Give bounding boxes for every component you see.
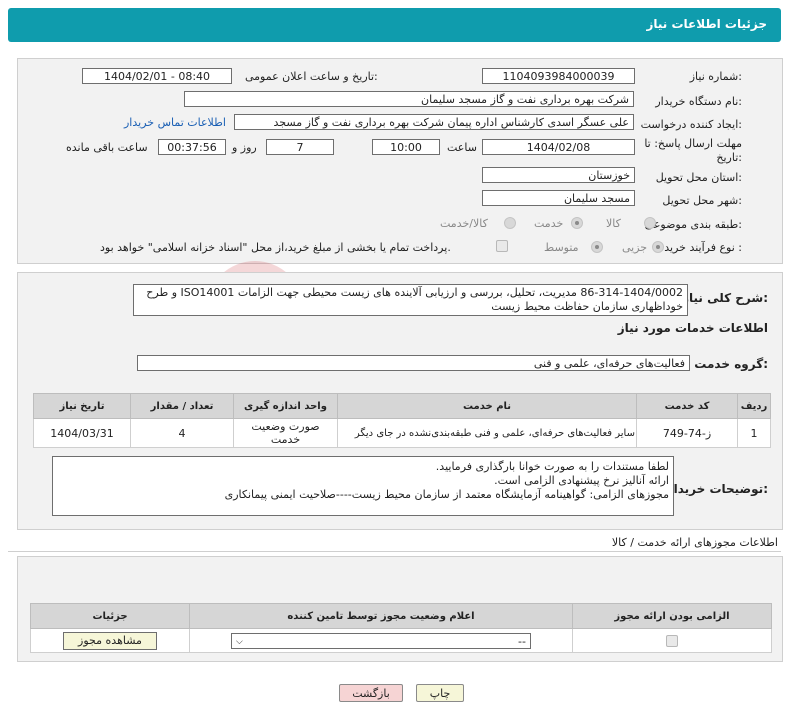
process-radio-minor[interactable] — [652, 241, 664, 253]
announce-date-label: تاریخ و ساعت اعلان عمومی: — [245, 70, 378, 83]
cell-permit-required — [572, 628, 772, 653]
deadline-date-field: 1404/02/08 — [482, 139, 635, 155]
creator-label: ایجاد کننده درخواست: — [640, 118, 742, 131]
service-group-label: گروه خدمت: — [694, 357, 768, 371]
col-permit-details: جزئیات — [30, 603, 190, 629]
category-option-service: خدمت — [534, 217, 564, 230]
remaining-time-label: ساعت باقی مانده — [66, 141, 148, 154]
col-permit-required: الزامی بودن ارائه مجوز — [572, 603, 772, 629]
col-date: تاریخ نیاز — [33, 393, 131, 419]
buyer-notes-textarea: لطفا مستندات را به صورت خوانا بارگذاری ف… — [52, 456, 674, 516]
description-textarea: 86-314-1404/0002 مدیریت، تحلیل، بررسی و … — [133, 284, 688, 316]
process-label: نوع فرآیند خرید : — [664, 241, 742, 254]
treasury-payment-note: پرداخت تمام یا بخشی از مبلغ خرید،از محل … — [100, 241, 451, 254]
need-number-label: شماره نیاز: — [689, 70, 742, 83]
province-label: استان محل تحویل: — [655, 171, 742, 184]
category-radio-goods-service[interactable] — [504, 217, 516, 229]
cell-unit: صورت وضعیت خدمت — [233, 418, 338, 448]
announce-date-field: 1404/02/01 - 08:40 — [82, 68, 232, 84]
permits-header-row: الزامی بودن ارائه مجوز اعلام وضعیت مجوز … — [30, 603, 772, 629]
back-button[interactable]: بازگشت — [339, 684, 403, 702]
category-option-goods-service: کالا/خدمت — [440, 217, 488, 230]
process-option-minor: جزیی — [622, 241, 648, 254]
permits-title: اطلاعات مجوزهای ارائه خدمت / کالا — [611, 536, 778, 549]
buyer-note-line: ارائه آنالیز نرخ پیشنهادی الزامی است. — [494, 474, 669, 487]
col-row: ردیف — [737, 393, 771, 419]
page-title: جزئیات اطلاعات نیاز — [646, 17, 767, 31]
time-label: ساعت — [447, 141, 477, 154]
description-label: شرح کلی نیاز: — [682, 291, 768, 305]
category-option-goods: کالا — [606, 217, 621, 230]
cell-code: ز-74-749 — [636, 418, 738, 448]
col-name: نام خدمت — [337, 393, 637, 419]
deadline-time-field: 10:00 — [372, 139, 440, 155]
cell-name: سایر فعالیت‌های حرفه‌ای، علمی و فنی طبقه… — [337, 418, 637, 448]
need-number-field: 1104093984000039 — [482, 68, 635, 84]
process-radio-medium[interactable] — [591, 241, 603, 253]
table-row: 1 ز-74-749 سایر فعالیت‌های حرفه‌ای، علمی… — [33, 418, 771, 448]
permit-status-select[interactable]: ⌵ -- — [231, 632, 531, 649]
creator-field: علی عسگر اسدی کارشناس اداره پیمان شرکت ب… — [234, 114, 634, 130]
days-label: روز و — [232, 141, 257, 154]
permits-table: الزامی بودن ارائه مجوز اعلام وضعیت مجوز … — [30, 603, 772, 653]
permit-required-checkbox — [666, 635, 678, 647]
col-qty: تعداد / مقدار — [130, 393, 234, 419]
print-button[interactable]: چاپ — [416, 684, 464, 702]
services-table: ردیف کد خدمت نام خدمت واحد اندازه گیری ت… — [33, 393, 771, 448]
deadline-label: مهلت ارسال پاسخ: تا تاریخ: — [644, 137, 742, 164]
permit-status-value: -- — [518, 634, 526, 648]
service-group-field: فعالیت‌های حرفه‌ای، علمی و فنی — [137, 355, 690, 371]
cell-date: 1404/03/31 — [33, 418, 131, 448]
category-radio-service[interactable] — [571, 217, 583, 229]
page-header: جزئیات اطلاعات نیاز — [8, 8, 781, 42]
city-field: مسجد سلیمان — [482, 190, 635, 206]
col-unit: واحد اندازه گیری — [233, 393, 338, 419]
table-row: ⌵ -- مشاهده مجوز — [30, 628, 772, 653]
col-code: کد خدمت — [636, 393, 738, 419]
process-option-medium: متوسط — [544, 241, 579, 254]
province-field: خوزستان — [482, 167, 635, 183]
buyer-note-line: مجوزهای الزامی: گواهینامه آزمایشگاه معتم… — [224, 488, 669, 501]
buyer-notes-label: توضیحات خریدار: — [666, 482, 768, 496]
buyer-note-line: لطفا مستندات را به صورت خوانا بارگذاری ف… — [435, 460, 669, 473]
services-header-row: ردیف کد خدمت نام خدمت واحد اندازه گیری ت… — [33, 393, 771, 419]
cell-permit-status: ⌵ -- — [189, 628, 573, 653]
city-label: شهر محل تحویل: — [662, 194, 742, 207]
remaining-time-field: 00:37:56 — [158, 139, 226, 155]
select-chevron-down-icon: ⌵ — [236, 636, 243, 647]
col-permit-status: اعلام وضعیت مجوز توسط تامین کننده — [189, 603, 573, 629]
cell-permit-details: مشاهده مجوز — [30, 628, 190, 653]
buyer-contact-link[interactable]: اطلاعات تماس خریدار — [124, 116, 226, 129]
services-title: اطلاعات خدمات مورد نیاز — [617, 321, 768, 335]
category-radio-goods[interactable] — [644, 217, 656, 229]
category-label: طبقه بندی موضوعی: — [644, 218, 742, 231]
cell-qty: 4 — [130, 418, 234, 448]
cell-row: 1 — [737, 418, 771, 448]
buyer-org-label: نام دستگاه خریدار: — [655, 95, 742, 108]
view-permit-button[interactable]: مشاهده مجوز — [63, 631, 157, 650]
treasury-payment-checkbox[interactable] — [496, 240, 508, 252]
permits-divider — [8, 551, 781, 552]
buyer-org-field: شرکت بهره برداری نفت و گاز مسجد سلیمان — [184, 91, 634, 107]
days-field: 7 — [266, 139, 334, 155]
